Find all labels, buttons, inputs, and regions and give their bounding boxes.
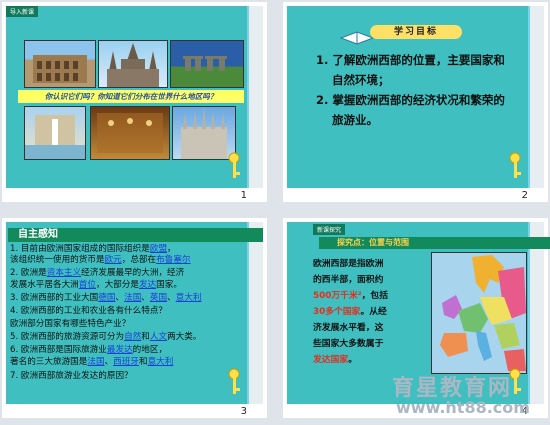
slide-3-rail — [247, 222, 263, 404]
slide-4-rail — [528, 222, 544, 404]
fountain-photo — [24, 106, 86, 160]
key-icon — [228, 368, 240, 394]
goal-2-line-2: 旅游业。 — [332, 113, 378, 127]
learning-goals-pill: 学习目标 — [370, 25, 462, 39]
slide-1-thumbnail[interactable]: 导入新课 你认识它们吗？你知道它们分布在世界什么地区吗？ 1 — [2, 2, 267, 202]
question-4b: 欧洲部分国家有哪些特色产业？ — [10, 319, 131, 329]
book-icon — [339, 31, 375, 45]
slide-1-tag: 导入新课 — [6, 6, 39, 17]
slide-4-line-7: 发达国家。 — [313, 355, 358, 365]
question-2b: 发展水平居各大洲首位，大部分是发达国家。 — [10, 280, 182, 290]
slide-4-tag: 新课探究 — [313, 224, 346, 235]
question-6: 6. 欧洲西部是国际旅游业最发达的地区， — [10, 345, 168, 355]
slide-4-line-1: 欧洲西部是指欧洲 — [313, 259, 384, 269]
cathedral-photo — [98, 40, 168, 88]
slide-4-line-6: 些国家大多数属于 — [313, 339, 384, 349]
stonehenge-photo — [170, 40, 244, 88]
europe-map — [431, 252, 527, 374]
question-1: 1. 目前由欧洲国家组成的国际组织是欧盟， — [10, 244, 176, 254]
slide-1-number: 1 — [240, 190, 247, 201]
watermark-url: www.ht88.com — [396, 398, 530, 417]
question-6b: 著名的三大旅游国是法国、西班牙和意大利 — [10, 357, 174, 367]
slide-4-header: 探究点：位置与范围 — [319, 237, 550, 249]
slide-4-line-4: 30多个国家。从经 — [313, 307, 387, 317]
slide-3-title: 自主感知 — [8, 228, 263, 242]
goal-2-line-1: 2. 掌握欧洲西部的经济状况和繁荣的 — [316, 93, 505, 107]
slide-2-rail — [528, 6, 544, 188]
slide-4-line-2: 的西半部，面积约 — [313, 275, 384, 285]
palace-hall-photo — [90, 106, 170, 160]
question-5: 5. 欧洲西部的旅游资源可分为自然和人文两大类。 — [10, 332, 202, 342]
key-icon — [509, 152, 521, 178]
question-1b: 该组织统一使用的货币是欧元，总部在布鲁塞尔 — [10, 255, 191, 265]
goal-1-line-2: 自然环境； — [332, 73, 390, 87]
question-3: 3. 欧洲西部的工业大国德国、法国、英国、意大利 — [10, 293, 202, 303]
question-7: 7. 欧洲西部旅游业发达的原因？ — [10, 371, 133, 381]
colosseum-photo — [24, 40, 96, 88]
slide-2-number: 2 — [521, 190, 528, 201]
key-icon — [228, 152, 240, 178]
slide-1-question-banner: 你认识它们吗？你知道它们分布在世界什么地区吗？ — [18, 90, 244, 103]
goal-1-line-1: 1. 了解欧洲西部的位置，主要国家和 — [316, 53, 505, 67]
slide-1-rail — [247, 6, 263, 188]
slide-3-number: 3 — [240, 406, 247, 417]
slide-4-line-3: 500万千米²，包括 — [313, 291, 389, 301]
question-4: 4. 欧洲西部的工业和农业各有什么特点？ — [10, 306, 168, 316]
slide-4-line-5: 济发展水平看，这 — [313, 323, 384, 333]
milan-cathedral-photo — [172, 106, 236, 160]
question-2: 2. 欧洲是资本主义经济发展最早的大洲，经济 — [10, 268, 185, 278]
